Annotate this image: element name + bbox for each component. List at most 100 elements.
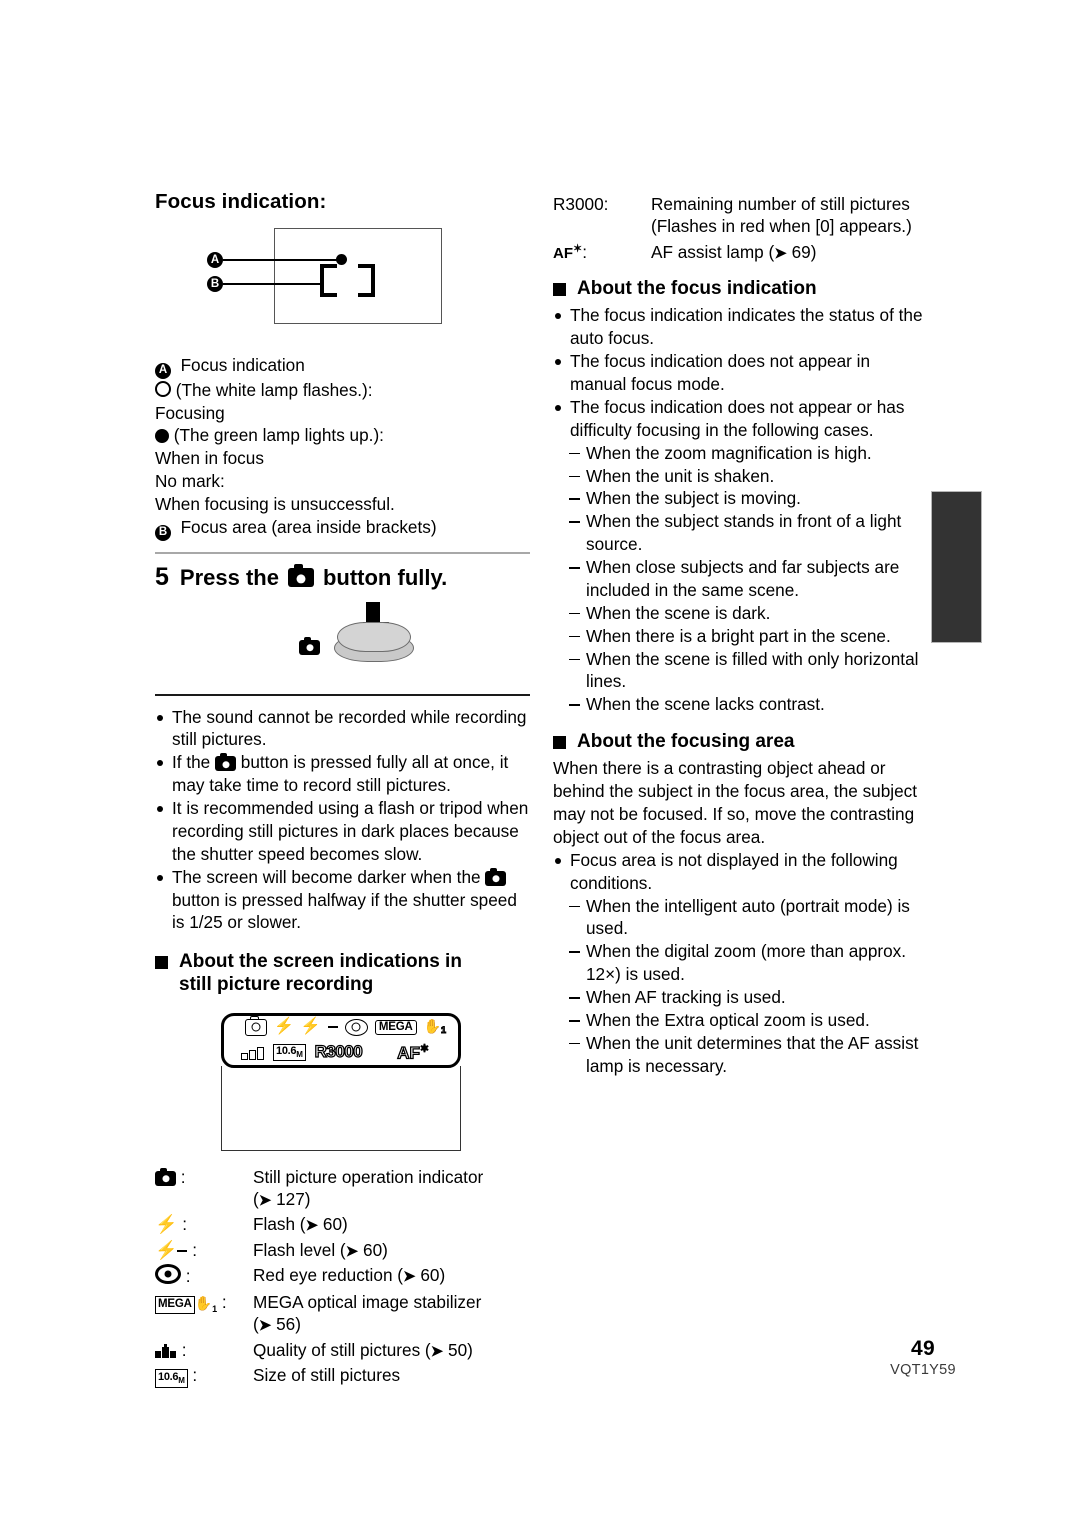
list-item: When the subject stands in front of a li… xyxy=(569,510,928,556)
marker-b-icon: B xyxy=(155,524,171,541)
legend-desc-text: Red eye reduction ( xyxy=(253,1265,403,1286)
section-divider-top xyxy=(155,551,530,554)
marker-a-callout: A xyxy=(207,252,223,268)
bullet-square-icon xyxy=(553,736,566,750)
focusing-area-section-heading: About the focusing area xyxy=(553,730,928,753)
legend-desc-text: Size of still pictures xyxy=(253,1365,401,1386)
legend-a-line: A Focus indication xyxy=(155,354,530,379)
legend-symbol-cell: ⚡ : xyxy=(155,1239,197,1260)
bullet-square-icon xyxy=(155,956,168,970)
list-item: The focus indication does not appear or … xyxy=(553,396,928,442)
table-row: ⚡ : Flash (➤ 60) xyxy=(155,1212,530,1238)
step-text-after: button fully. xyxy=(322,564,448,590)
arrow-right-icon: ➤ xyxy=(774,244,787,262)
legend-green-lamp-text: (The green lamp lights up.): xyxy=(173,425,384,446)
legend-unsuccessful-text: When focusing is unsuccessful. xyxy=(155,494,395,515)
legend-desc-cell: MEGA optical image stabilizer (➤ 56) xyxy=(253,1291,482,1335)
legend-desc-text: MEGA optical image stabilizer xyxy=(253,1291,482,1312)
legend-page-ref: 127 xyxy=(276,1188,305,1209)
quality-icon xyxy=(241,1045,264,1060)
list-item: The focus indication indicates the statu… xyxy=(553,304,928,350)
legend-desc-text-2: (Flashes in red when [0] appears.) xyxy=(651,216,912,237)
focusing-area-heading-text: About the focusing area xyxy=(577,731,795,753)
focus-indication-section-heading: About the focus indication xyxy=(553,277,928,300)
legend-symbol-cell: ⚡ : xyxy=(155,1214,187,1235)
legend-page-ref: 69 xyxy=(791,241,811,262)
table-row: : Quality of still pictures (➤ 50) xyxy=(155,1338,530,1364)
table-row: AF✶: AF assist lamp (➤ 69) xyxy=(553,240,928,266)
top-legend-table: R3000: Remaining number of still picture… xyxy=(553,192,928,265)
focus-bracket-top-left-icon xyxy=(320,264,337,281)
legend-symbol-cell: MEGA ✋1 : xyxy=(155,1290,253,1338)
list-item: When there is a bright part in the scene… xyxy=(569,625,928,648)
arrow-right-icon: ➤ xyxy=(258,1191,272,1209)
section-divider-notes xyxy=(155,693,530,696)
camera-button-icon xyxy=(485,867,507,886)
arrow-right-icon: ➤ xyxy=(258,1317,272,1335)
quality-icon xyxy=(155,1343,177,1358)
note-item: It is recommended using a flash or tripo… xyxy=(155,797,530,866)
list-item: Focus area is not displayed in the follo… xyxy=(553,849,928,895)
flash-level-minus-icon xyxy=(327,1026,338,1029)
page-footer: 49 VQT1Y59 xyxy=(863,1337,983,1378)
focus-indication-legend: A Focus indication (The white lamp flash… xyxy=(155,354,530,541)
list-item: When the unit is shaken. xyxy=(569,465,928,488)
image-stabilizer-icon: ✋1 xyxy=(194,1294,218,1314)
mega-label: MEGA xyxy=(155,1295,195,1314)
focus-difficulty-cases: When the zoom magnification is high. Whe… xyxy=(569,442,928,717)
shutter-button-figure xyxy=(155,600,530,682)
list-item: When the subject is moving. xyxy=(569,487,928,510)
screen-body-area xyxy=(221,1065,461,1151)
table-row: R3000: Remaining number of still picture… xyxy=(553,192,928,240)
legend-desc-text: Still picture operation indicator xyxy=(253,1166,484,1187)
red-eye-icon xyxy=(155,1264,181,1285)
bullet-square-icon xyxy=(553,283,566,297)
step-5-heading: 5 Press the button fully. xyxy=(155,563,530,592)
remaining-pictures-label: R3000: xyxy=(553,194,609,214)
legend-page-ref: 60 xyxy=(363,1239,383,1260)
legend-desc-text: Quality of still pictures ( xyxy=(253,1339,431,1360)
flash-level-icon: ⚡ xyxy=(300,1018,321,1036)
marker-a-icon: A xyxy=(155,362,171,379)
legend-desc-text: Flash level ( xyxy=(253,1239,346,1260)
legend-desc-cell: Flash level (➤ 60) xyxy=(253,1239,388,1260)
focus-bracket-bottom-right-icon xyxy=(358,280,375,297)
remaining-pictures-label: R3000 xyxy=(314,1042,363,1062)
legend-page-ref: 56 xyxy=(276,1314,296,1335)
focusing-area-paragraph: When there is a contrasting object ahead… xyxy=(553,758,918,847)
list-item: When close subjects and far subjects are… xyxy=(569,556,928,602)
legend-desc-cell: Remaining number of still pictures (Flas… xyxy=(651,192,928,240)
still-picture-operation-icon xyxy=(155,1167,176,1186)
camera-icon xyxy=(245,1015,267,1036)
camera-button-label-icon xyxy=(299,636,320,655)
leader-line-a xyxy=(223,259,340,261)
legend-symbol-cell: : xyxy=(155,1338,253,1364)
focus-indication-bullets: The focus indication indicates the statu… xyxy=(553,304,928,441)
note-item: The sound cannot be recorded while recor… xyxy=(155,706,530,752)
legend-desc-cell: Red eye reduction (➤ 60) xyxy=(253,1265,446,1286)
note-text-after: button is pressed halfway if the shutter… xyxy=(172,889,517,933)
list-item: The focus indication does not appear in … xyxy=(553,350,928,396)
list-item: When the digital zoom (more than approx.… xyxy=(569,940,928,986)
legend-symbol-cell: : xyxy=(155,1165,253,1213)
focus-heading-text: About the focus indication xyxy=(577,278,817,300)
red-eye-icon xyxy=(344,1018,368,1036)
legend-page-ref: 60 xyxy=(420,1265,440,1286)
document-code: VQT1Y59 xyxy=(890,1362,956,1378)
step-number: 5 xyxy=(155,562,169,591)
list-item: When the scene is filled with only horiz… xyxy=(569,648,928,694)
mega-label: MEGA xyxy=(374,1019,417,1035)
table-row: ⚡ : Flash level (➤ 60) xyxy=(155,1238,530,1264)
table-row: MEGA ✋1 : MEGA optical image stabilizer (… xyxy=(155,1290,530,1338)
focusing-area-bullets: Focus area is not displayed in the follo… xyxy=(553,849,928,895)
screen-heading-line1: About the screen indications in xyxy=(179,951,462,973)
document-page: Focus indication: A B A Focus indication… xyxy=(0,0,1080,1526)
legend-desc-text: AF assist lamp ( xyxy=(651,241,775,262)
af-assist-lamp-icon: AF✶ xyxy=(553,242,583,262)
legend-desc-cell: Flash (➤ 60) xyxy=(253,1214,348,1235)
legend-page-ref: 50 xyxy=(448,1339,468,1360)
focus-indication-heading: Focus indication: xyxy=(155,190,327,213)
legend-b-line: B Focus area (area inside brackets) xyxy=(155,516,530,541)
legend-page-ref: 60 xyxy=(322,1214,343,1235)
step-text-before: Press the xyxy=(179,564,279,590)
